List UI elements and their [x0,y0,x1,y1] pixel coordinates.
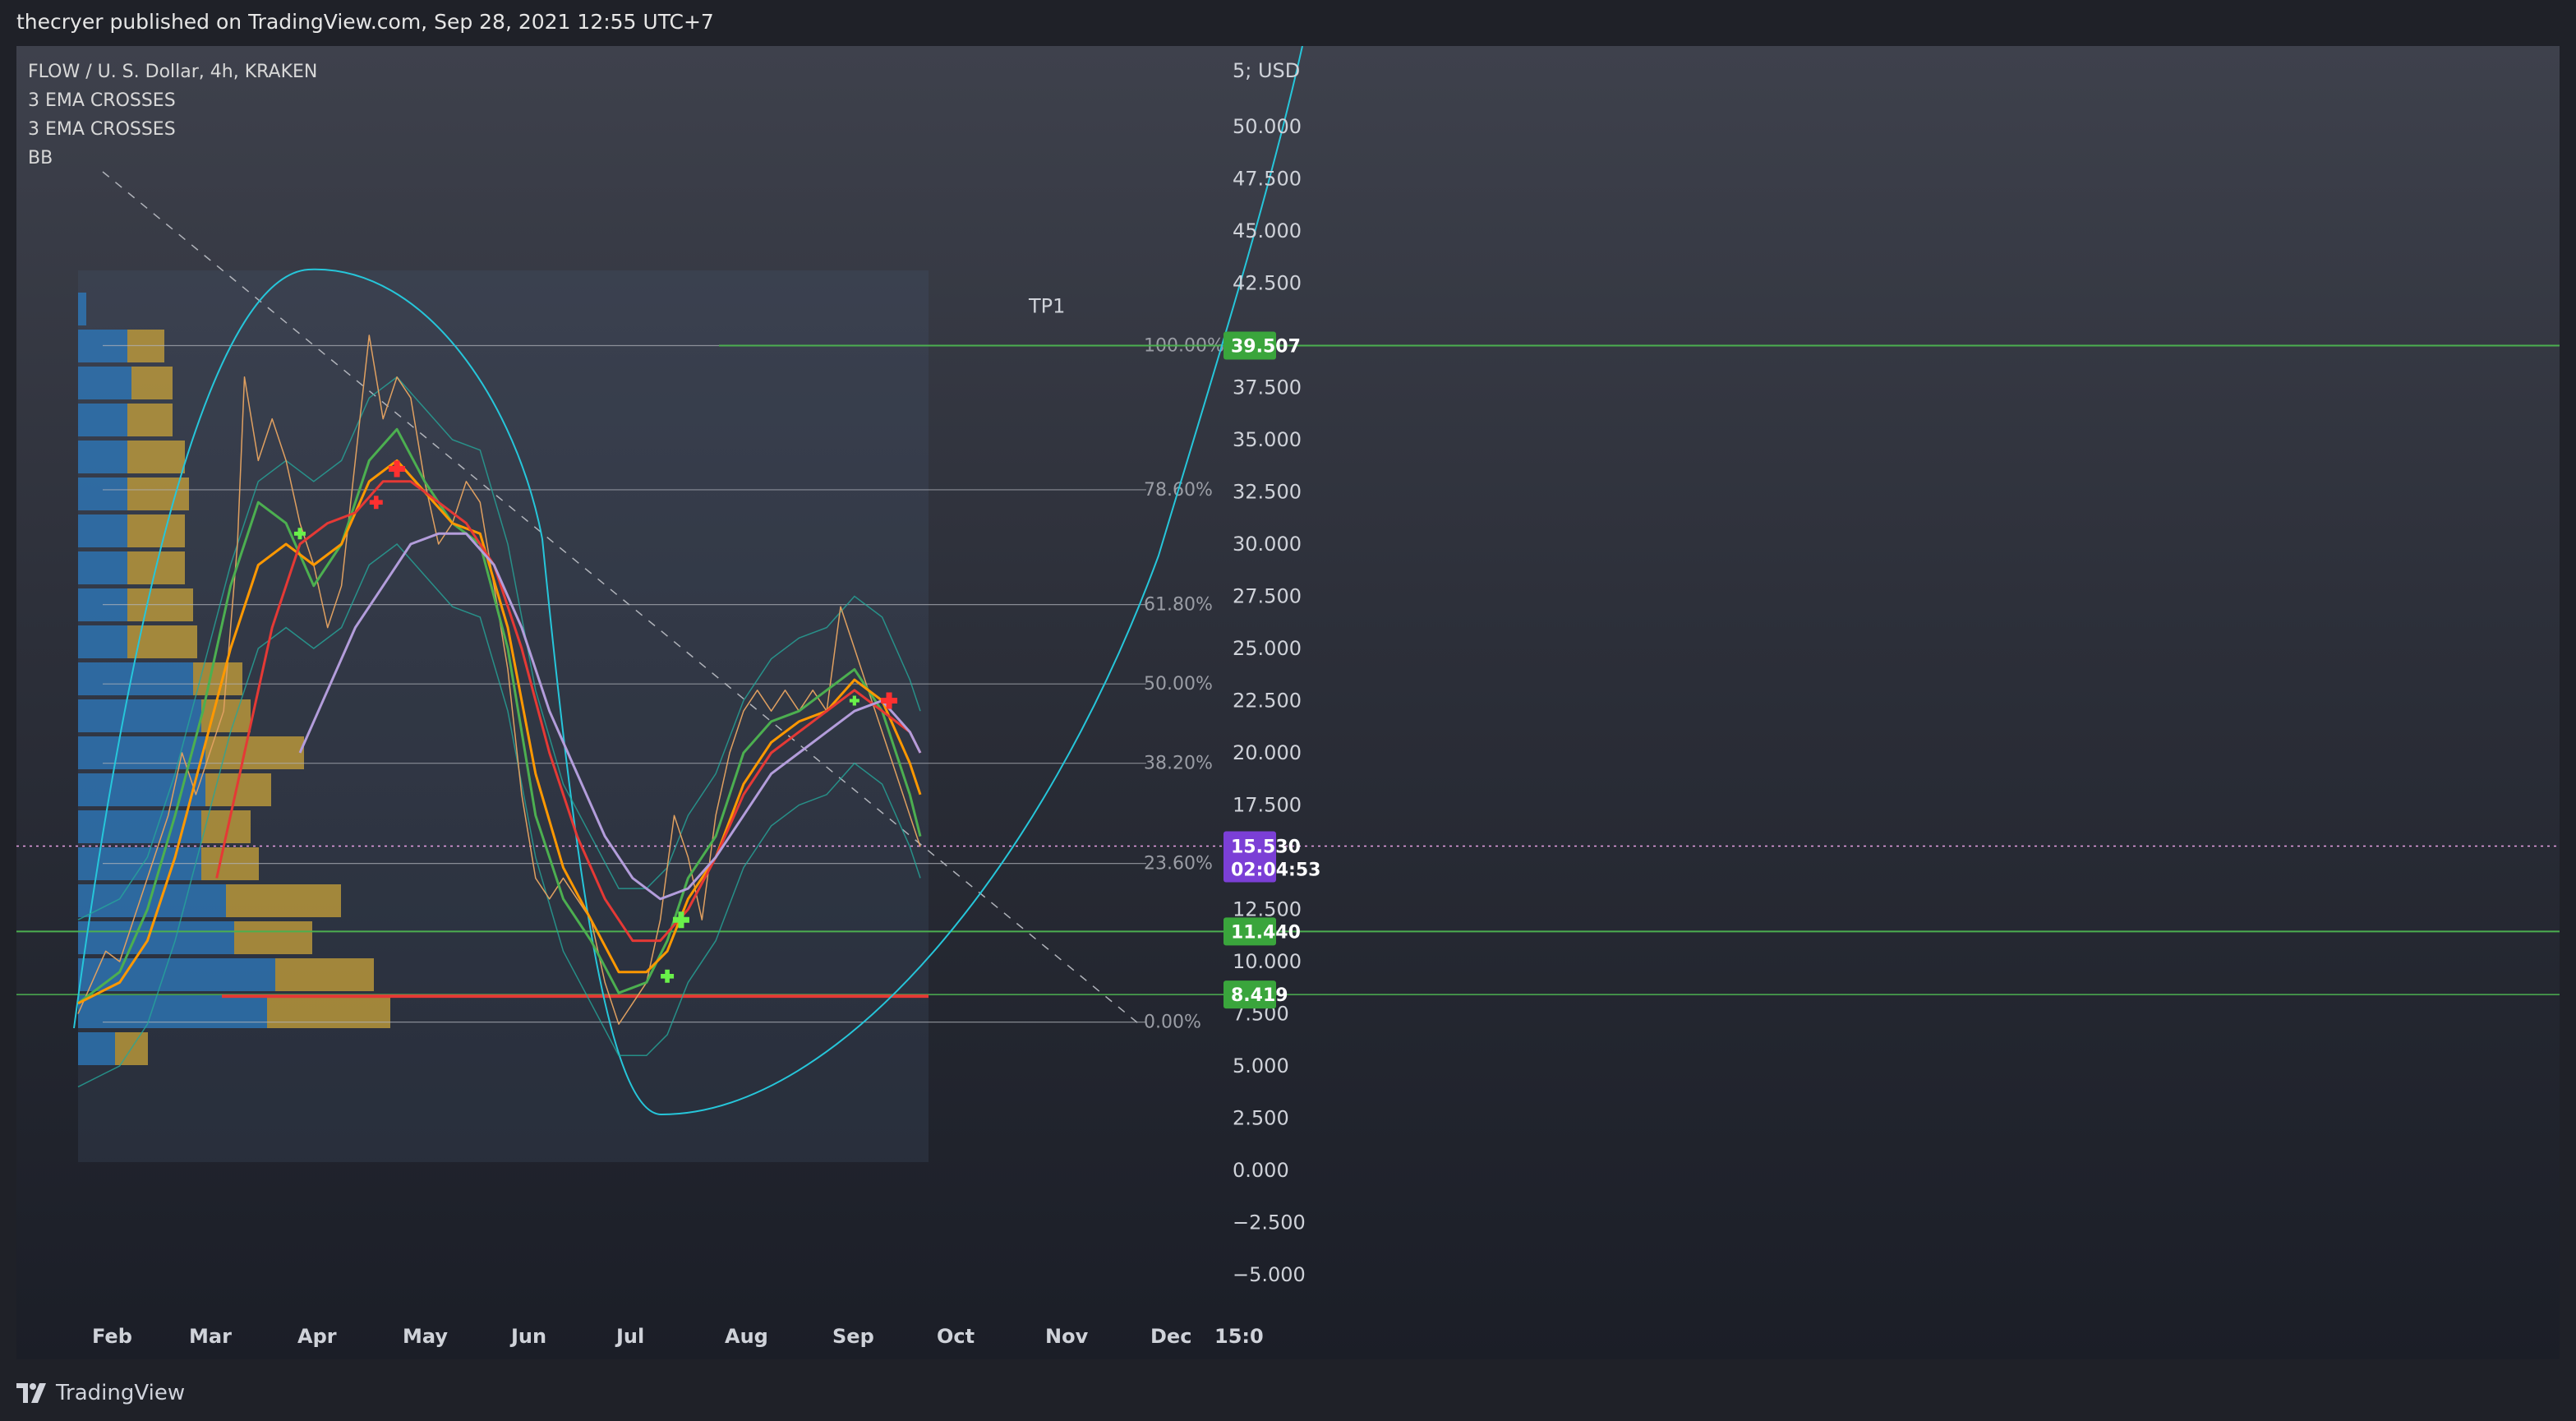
y-axis-tick: 0.000 [1233,1159,1289,1182]
indicator-label[interactable]: BB [28,144,317,173]
symbol-title: FLOW / U. S. Dollar, 4h, KRAKEN [28,62,318,82]
volume-profile-bar [78,773,205,806]
volume-profile-bar [78,921,234,954]
y-axis-tick: 45.000 [1233,219,1302,242]
x-axis-month-label: Apr [297,1325,337,1348]
volume-profile-bar [127,514,185,547]
y-axis-tick: 10.000 [1233,950,1302,973]
volume-profile-bar [127,441,185,473]
y-axis-tick: 37.500 [1233,376,1302,399]
y-axis-tick: 50.000 [1233,115,1302,138]
volume-profile-bar [234,921,312,954]
x-axis-month-label: 15:0 [1214,1325,1264,1348]
y-axis-tick: 30.000 [1233,533,1302,556]
fib-level-label: 0.00% [1144,1013,1201,1033]
y-axis-currency: 5; USD [1233,59,1300,82]
y-axis-tick: 22.500 [1233,690,1302,713]
price-badge-value: 8.419 [1231,985,1288,1006]
fib-level-label: 61.80% [1144,595,1213,616]
volume-profile-bar [205,736,304,769]
volume-profile-bar [78,551,127,584]
y-axis-tick: 17.500 [1233,794,1302,817]
volume-profile-bar [127,625,197,658]
price-badge-value: 11.440 [1231,922,1301,943]
volume-profile-bar [131,367,173,399]
volume-profile-bar [78,367,131,399]
volume-profile-bar [78,478,127,510]
x-axis-month-label: Nov [1045,1325,1089,1348]
price-badge-countdown: 02:04:53 [1231,860,1320,881]
y-axis-tick: 32.500 [1233,481,1302,504]
x-axis-month-label: Mar [189,1325,232,1348]
volume-profile-bar [226,884,341,917]
footer-bar: TradingView [0,1359,2576,1421]
tradingview-brand[interactable]: TradingView [16,1381,185,1405]
y-axis-tick: −2.500 [1233,1211,1306,1234]
price-badge-value: 15.530 [1231,837,1301,858]
volume-profile-bar [78,441,127,473]
brand-label: TradingView [56,1381,186,1405]
y-axis-tick: 5.000 [1233,1054,1289,1077]
y-axis-tick: 25.000 [1233,637,1302,660]
volume-profile-bar [78,293,86,325]
y-axis-tick: −5.000 [1233,1263,1306,1286]
volume-profile-bar [275,958,374,991]
volume-profile-bar [78,662,193,695]
x-axis-month-label: Sep [832,1325,874,1348]
x-axis-month-label: Feb [92,1325,132,1348]
x-axis-month-label: Dec [1150,1325,1191,1348]
price-chart[interactable]: 100.00%78.60%61.80%50.00%38.20%23.60%0.0… [16,46,2560,1359]
volume-profile-bar [78,884,226,917]
volume-profile-bar [78,995,267,1028]
chart-legend: FLOW / U. S. Dollar, 4h, KRAKEN 3 EMA CR… [28,58,317,173]
price-badge-value: 39.507 [1231,337,1301,358]
fib-level-label: 23.60% [1144,854,1213,874]
y-axis-tick: 35.000 [1233,428,1302,451]
volume-profile-bar [78,625,127,658]
volume-profile-bar [267,995,390,1028]
fib-level-label: 50.00% [1144,674,1213,694]
volume-profile-bar [78,958,275,991]
volume-profile-bar [78,404,127,436]
volume-profile-bar [127,404,173,436]
indicator-label[interactable]: 3 EMA CROSSES [28,115,317,144]
x-axis-month-label: Oct [937,1325,975,1348]
chart-panel[interactable]: 100.00% 78.60% 61.80% 50.00% 38.20% 23.60% 0.0… [16,46,2560,1359]
tp1-label: TP1 [1028,294,1065,317]
volume-profile-bar [78,1032,115,1065]
x-axis-month-label: Jun [509,1325,546,1348]
y-axis-tick: 27.500 [1233,585,1302,608]
y-axis-tick: 42.500 [1233,272,1302,295]
tradingview-logo-icon [16,1383,46,1403]
y-axis-tick: 2.500 [1233,1107,1289,1130]
y-axis-tick: 47.500 [1233,168,1302,191]
publisher-text: thecryer published on TradingView.com, S… [16,10,714,34]
publisher-header: thecryer published on TradingView.com, S… [0,0,2576,46]
volume-profile-bar [78,699,201,732]
fib-level-label: 38.20% [1144,754,1213,774]
x-axis-month-label: Jul [615,1325,644,1348]
volume-profile-bar [78,514,127,547]
x-axis-month-label: Aug [725,1325,768,1348]
x-axis-month-label: May [403,1325,448,1348]
y-axis-tick: 20.000 [1233,741,1302,764]
y-axis-tick: 12.500 [1233,898,1302,921]
indicator-label[interactable]: 3 EMA CROSSES [28,86,317,115]
